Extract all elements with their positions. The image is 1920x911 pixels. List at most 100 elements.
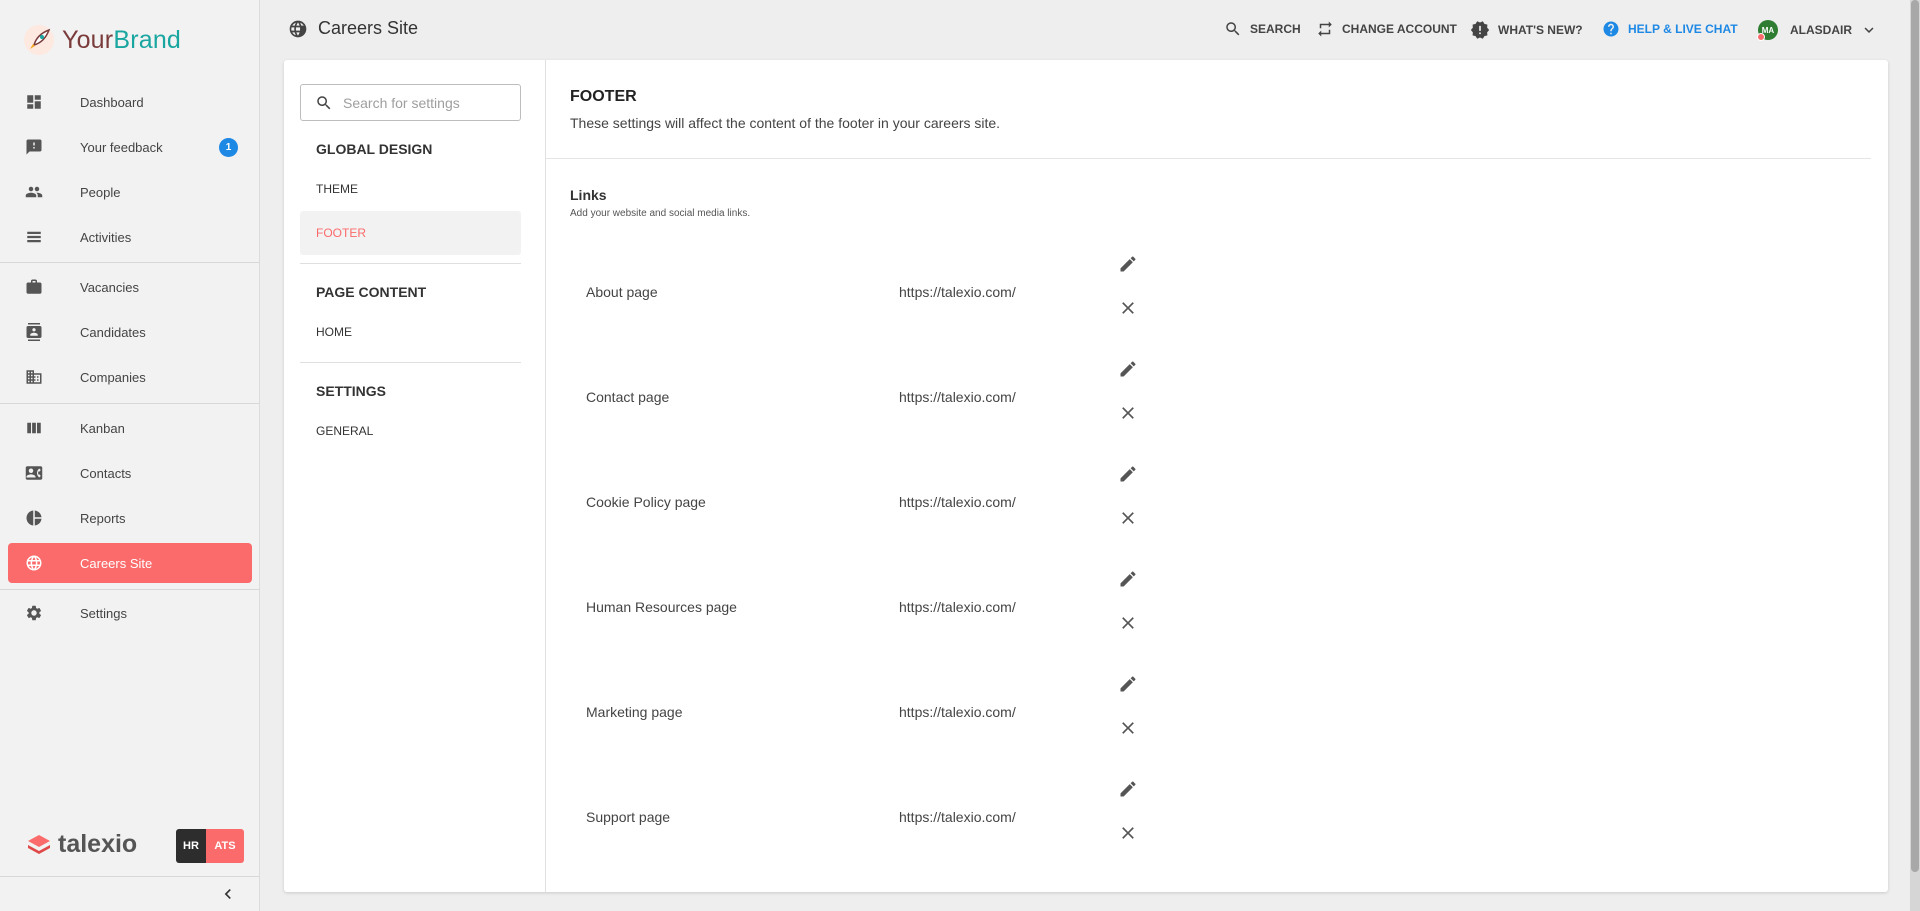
sidebar-item-dashboard[interactable]: Dashboard	[8, 82, 252, 122]
new-releases-icon	[1470, 21, 1490, 39]
settings-item-general[interactable]: GENERAL	[300, 409, 521, 453]
brand-name-part2: Brand	[113, 25, 182, 54]
sidebar-item-label: Careers Site	[80, 555, 153, 571]
page-scrollbar[interactable]	[1910, 0, 1920, 911]
sidebar-item-label: Reports	[80, 510, 126, 526]
link-url: https://talexio.com/	[899, 704, 1016, 720]
remove-link-button[interactable]	[1118, 613, 1138, 633]
chevron-down-icon	[1864, 27, 1874, 33]
sidebar-item-candidates[interactable]: Candidates	[8, 312, 252, 352]
close-icon	[1122, 617, 1134, 629]
pencil-icon	[1120, 361, 1136, 377]
kanban-icon	[24, 418, 44, 438]
globe-icon	[289, 20, 307, 37]
change-account-label: CHANGE ACCOUNT	[1342, 22, 1457, 36]
footer-settings-panel: FOOTER These settings will affect the co…	[546, 60, 1888, 892]
links-description: Add your website and social media links.	[570, 208, 751, 219]
sidebar-item-label: Your feedback	[80, 139, 163, 155]
sidebar-item-your-feedback[interactable]: Your feedback 1	[8, 127, 252, 167]
settings-item-home[interactable]: HOME	[300, 310, 521, 354]
sidebar-item-kanban[interactable]: Kanban	[8, 408, 252, 448]
edit-link-button[interactable]	[1118, 779, 1138, 799]
links-title: Links	[570, 187, 607, 203]
edit-link-button[interactable]	[1118, 674, 1138, 694]
collapse-sidebar-button[interactable]	[218, 884, 238, 904]
settings-item-theme[interactable]: THEME	[300, 167, 521, 211]
sidebar-item-activities[interactable]: Activities	[8, 217, 252, 257]
sidebar-item-label: Kanban	[80, 420, 125, 436]
link-name: About page	[586, 284, 658, 300]
briefcase-icon	[24, 277, 44, 297]
sidebar-item-label: Dashboard	[80, 94, 144, 110]
section-divider	[300, 362, 521, 363]
link-row: Contact page https://talexio.com/	[586, 343, 1186, 443]
close-icon	[1122, 827, 1134, 839]
sidebar-item-label: Vacancies	[80, 279, 140, 295]
remove-link-button[interactable]	[1118, 298, 1138, 318]
settings-card: GLOBAL DESIGN THEME FOOTER PAGE CONTENT …	[284, 60, 1888, 892]
sidebar-item-careers-site[interactable]: Careers Site	[8, 543, 252, 583]
link-url: https://talexio.com/	[899, 494, 1016, 510]
sidebar-divider	[0, 589, 260, 590]
sidebar-divider	[0, 262, 260, 263]
feedback-count-badge: 1	[219, 138, 238, 157]
talexio-logo-icon	[28, 834, 50, 854]
pencil-icon	[1120, 676, 1136, 692]
help-live-chat-button[interactable]: HELP & LIVE CHAT	[1602, 20, 1738, 38]
link-row: Support page https://talexio.com/	[586, 763, 1186, 863]
link-url: https://talexio.com/	[899, 809, 1016, 825]
brand-logo[interactable]: Your Brand	[0, 0, 259, 80]
edit-link-button[interactable]	[1118, 569, 1138, 589]
help-icon	[1603, 21, 1619, 37]
whats-new-button[interactable]: WHAT'S NEW?	[1470, 20, 1583, 40]
sidebar-item-contacts[interactable]: Contacts	[8, 453, 252, 493]
scrollbar-thumb[interactable]	[1911, 0, 1919, 872]
brand-name-part1: Your	[62, 25, 114, 54]
link-row: Marketing page https://talexio.com/	[586, 658, 1186, 758]
panel-description: These settings will affect the content o…	[570, 115, 1001, 131]
user-menu[interactable]: MA ALASDAIR	[1757, 20, 1886, 41]
sidebar-item-reports[interactable]: Reports	[8, 498, 252, 538]
remove-link-button[interactable]	[1118, 508, 1138, 528]
link-name: Support page	[586, 809, 671, 825]
ats-switch[interactable]: ATS	[206, 829, 244, 863]
close-icon	[1122, 407, 1134, 419]
contact-card-icon	[24, 463, 44, 483]
settings-search-input[interactable]	[343, 94, 503, 111]
sidebar-item-vacancies[interactable]: Vacancies	[8, 267, 252, 307]
building-icon	[24, 367, 44, 387]
edit-link-button[interactable]	[1118, 254, 1138, 274]
globe-icon	[24, 553, 44, 573]
sidebar-item-companies[interactable]: Companies	[8, 357, 252, 397]
sidebar-item-label: Settings	[80, 605, 127, 621]
link-url: https://talexio.com/	[899, 284, 1016, 300]
search-icon	[1226, 22, 1240, 36]
link-row: Cookie Policy page https://talexio.com/	[586, 448, 1186, 548]
product-switcher[interactable]: HR ATS	[176, 829, 244, 863]
sidebar-item-settings[interactable]: Settings	[8, 593, 252, 633]
edit-link-button[interactable]	[1118, 359, 1138, 379]
remove-link-button[interactable]	[1118, 718, 1138, 738]
edit-link-button[interactable]	[1118, 464, 1138, 484]
sidebar-item-people[interactable]: People	[8, 172, 252, 212]
sidebar-item-label: Contacts	[80, 465, 132, 481]
people-icon	[24, 182, 44, 202]
sidebar-item-label: Candidates	[80, 324, 146, 340]
user-name: ALASDAIR	[1790, 23, 1852, 37]
settings-search[interactable]	[300, 84, 521, 121]
hr-switch[interactable]: HR	[176, 829, 206, 863]
search-label: SEARCH	[1250, 22, 1301, 36]
section-heading-global-design: GLOBAL DESIGN	[316, 141, 433, 157]
talexio-logo: talexio	[26, 830, 137, 859]
talexio-logo-text: talexio	[58, 830, 138, 858]
remove-link-button[interactable]	[1118, 403, 1138, 423]
settings-item-footer[interactable]: FOOTER	[300, 211, 521, 255]
dashboard-icon	[24, 92, 44, 112]
avatar: MA	[1757, 20, 1778, 41]
rocket-icon	[24, 25, 54, 55]
status-dot	[1757, 33, 1765, 41]
change-account-button[interactable]: CHANGE ACCOUNT	[1316, 20, 1457, 38]
remove-link-button[interactable]	[1118, 823, 1138, 843]
search-button[interactable]: SEARCH	[1224, 20, 1301, 38]
candidate-icon	[24, 322, 44, 342]
